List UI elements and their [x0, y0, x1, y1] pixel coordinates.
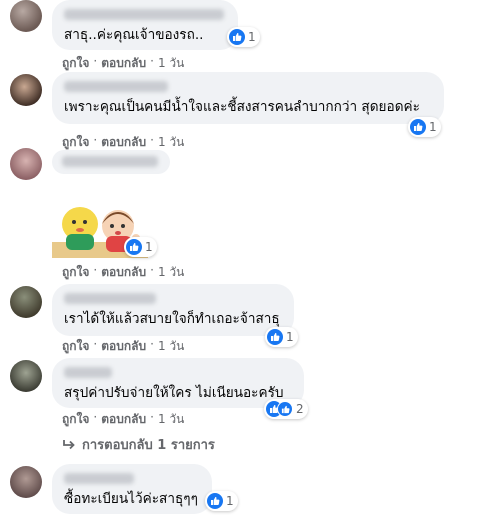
comment-actions: ถูกใจ · ตอบกลับ · 1 วัน	[62, 337, 184, 356]
reaction-count: 1	[286, 330, 294, 344]
separator: ·	[150, 410, 154, 424]
reply-arrow-icon	[63, 439, 75, 449]
reaction-count: 1	[429, 120, 437, 134]
separator: ·	[150, 54, 154, 68]
like-icon	[267, 329, 283, 345]
separator: ·	[93, 337, 98, 351]
comment-bubble: สาธุ..ค่ะคุณเจ้าของรถ..	[52, 0, 238, 50]
avatar[interactable]	[10, 360, 42, 392]
reaction-count: 1	[248, 30, 256, 44]
like-button[interactable]: ถูกใจ	[62, 337, 89, 356]
reaction-badge[interactable]: 1	[265, 327, 298, 347]
reply-button[interactable]: ตอบกลับ	[101, 337, 146, 356]
comment-text: สาธุ..ค่ะคุณเจ้าของรถ..	[64, 27, 204, 43]
comment-bubble: เพราะคุณเป็นคนมีน้ำใจและชี้สงสารคนลำบากก…	[52, 72, 444, 124]
avatar[interactable]	[10, 286, 42, 318]
commenter-name[interactable]	[64, 293, 156, 304]
like-button[interactable]: ถูกใจ	[62, 410, 89, 429]
comment-bubble: ซื้อทะเบียนไว้ค่ะสาธุๆๆ	[52, 464, 212, 514]
like-icon	[277, 401, 293, 417]
commenter-name[interactable]	[64, 9, 224, 20]
separator: ·	[93, 54, 98, 68]
comment-bubble: เราได้ให้แล้วสบายใจก็ทำเถอะจ้าสาธุ	[52, 284, 294, 336]
comment-actions: ถูกใจ · ตอบกลับ · 1 วัน	[62, 410, 184, 429]
like-icon	[126, 239, 142, 255]
comment-text: เราได้ให้แล้วสบายใจก็ทำเถอะจ้าสาธุ	[64, 311, 280, 327]
comment-text: เพราะคุณเป็นคนมีน้ำใจและชี้สงสารคนลำบากก…	[64, 99, 420, 115]
timestamp[interactable]: 1 วัน	[158, 410, 184, 429]
separator: ·	[93, 410, 98, 424]
commenter-name[interactable]	[64, 81, 168, 92]
separator: ·	[150, 337, 154, 351]
reaction-badge[interactable]: 1	[205, 491, 238, 511]
reaction-badge[interactable]: 1	[408, 117, 441, 137]
separator: ·	[150, 263, 154, 277]
avatar[interactable]	[10, 466, 42, 498]
reply-button[interactable]: ตอบกลับ	[101, 263, 146, 282]
like-icon	[229, 29, 245, 45]
reaction-count: 1	[145, 240, 153, 254]
like-icon	[410, 119, 426, 135]
timestamp[interactable]: 1 วัน	[158, 54, 184, 73]
separator: ·	[93, 263, 98, 277]
avatar[interactable]	[10, 74, 42, 106]
comment-actions: ถูกใจ · ตอบกลับ · 1 วัน	[62, 263, 184, 282]
avatar[interactable]	[10, 148, 42, 180]
like-button[interactable]: ถูกใจ	[62, 263, 89, 282]
like-button[interactable]: ถูกใจ	[62, 54, 89, 73]
comment-actions: ถูกใจ · ตอบกลับ · 1 วัน	[62, 54, 184, 73]
reaction-count: 1	[226, 494, 234, 508]
timestamp[interactable]: 1 วัน	[158, 337, 184, 356]
comment-text: ซื้อทะเบียนไว้ค่ะสาธุๆๆ	[64, 491, 198, 507]
reaction-badge[interactable]: 2	[264, 399, 308, 419]
comment-text: สรุปค่าปรับจ่ายให้ใคร ไม่เนียนอะครับ	[64, 385, 284, 401]
replies-count-label[interactable]: การตอบกลับ 1 รายการ	[82, 434, 215, 455]
commenter-name[interactable]	[64, 367, 112, 378]
timestamp[interactable]: 1 วัน	[158, 263, 184, 282]
comment-bubble	[52, 150, 170, 174]
like-icon	[207, 493, 223, 509]
view-replies-link[interactable]: การตอบกลับ 1 รายการ	[62, 434, 215, 455]
avatar[interactable]	[10, 0, 42, 32]
commenter-name[interactable]	[62, 156, 158, 167]
reaction-badge[interactable]: 1	[124, 237, 157, 257]
reaction-badge[interactable]: 1	[227, 27, 260, 47]
reaction-count: 2	[296, 402, 304, 416]
commenter-name[interactable]	[64, 473, 134, 484]
timestamp[interactable]: 1 วัน	[158, 133, 184, 152]
comment-bubble: สรุปค่าปรับจ่ายให้ใคร ไม่เนียนอะครับ	[52, 358, 304, 408]
reply-button[interactable]: ตอบกลับ	[101, 410, 146, 429]
reply-button[interactable]: ตอบกลับ	[101, 54, 146, 73]
